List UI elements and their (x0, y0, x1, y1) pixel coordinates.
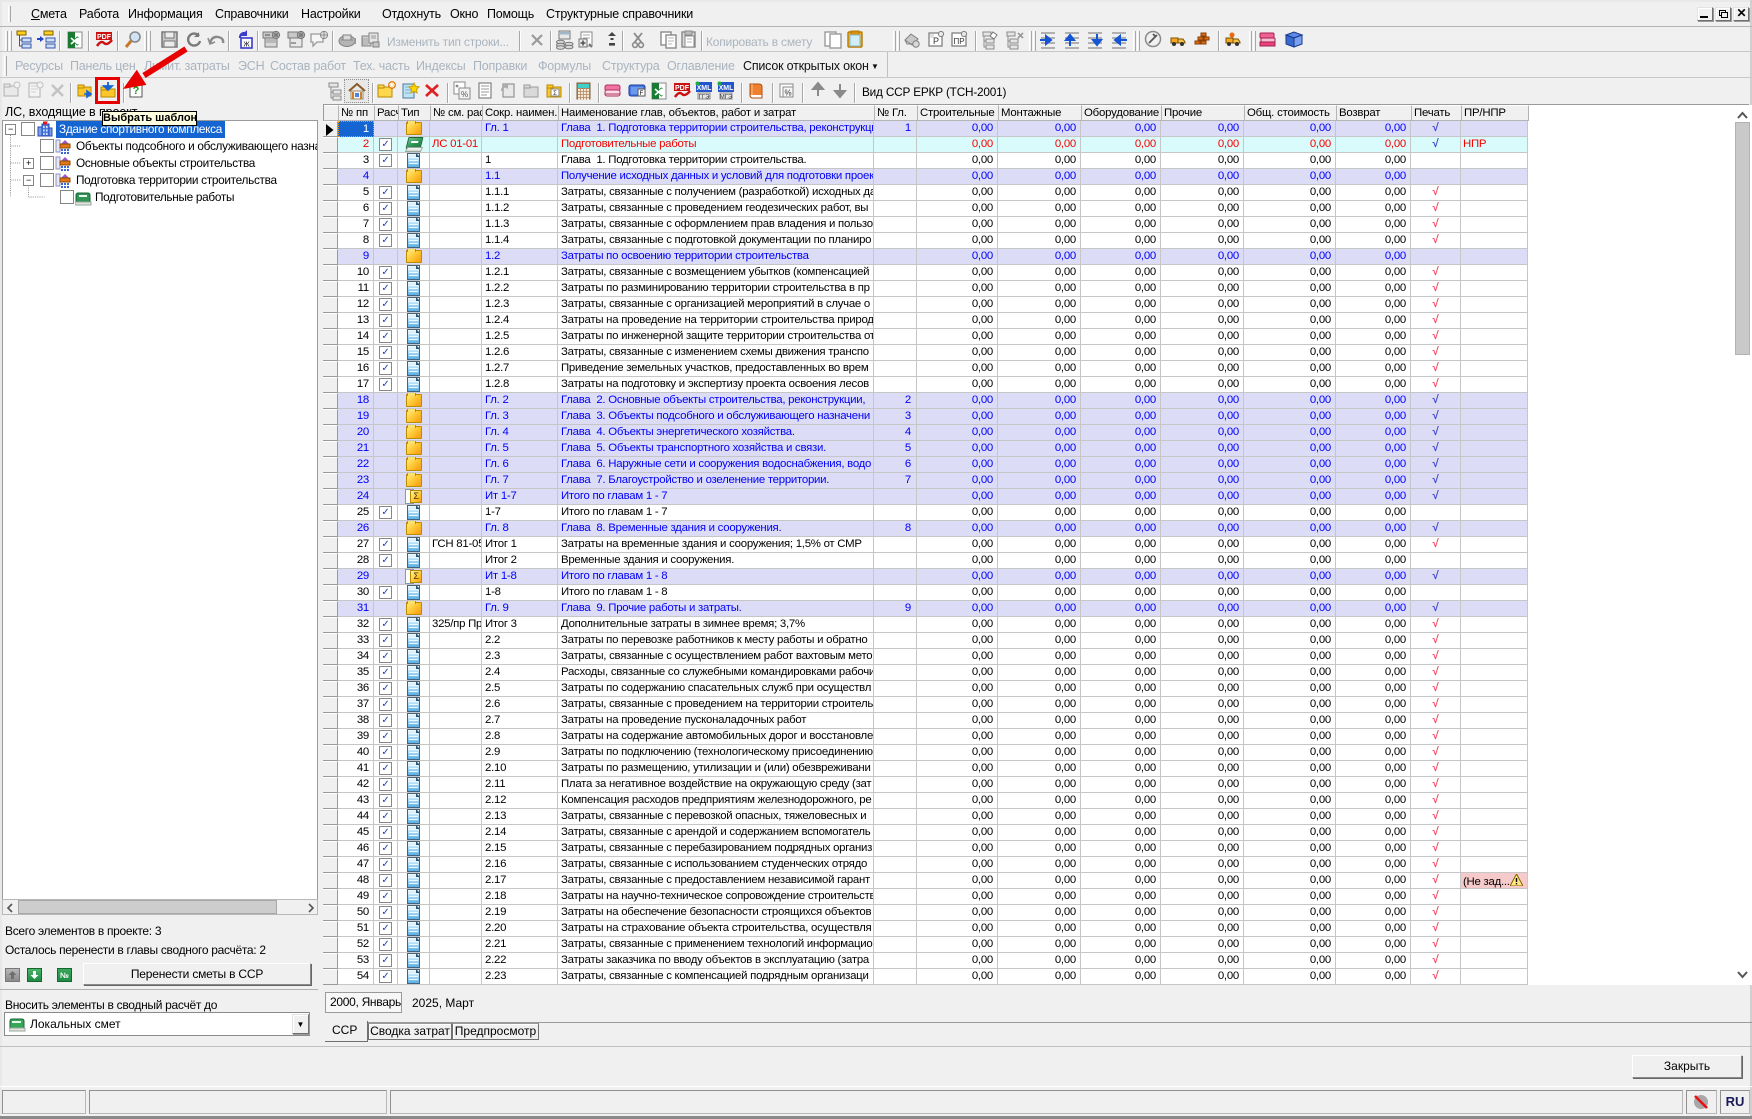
svg-text:МГЭ: МГЭ (720, 95, 733, 101)
svg-text:Σ: Σ (553, 91, 557, 97)
svg-text:ж: ж (243, 39, 249, 49)
svg-text:%: % (461, 90, 468, 99)
svg-text:ГГЭ: ГГЭ (699, 95, 710, 101)
svg-text:P: P (933, 36, 939, 46)
svg-text:F: F (640, 91, 644, 97)
svg-text:XML: XML (719, 85, 735, 92)
svg-text:PDF: PDF (675, 85, 690, 92)
svg-text:XML: XML (697, 85, 713, 92)
svg-text:ПР: ПР (953, 37, 964, 46)
svg-text:%: % (784, 89, 791, 98)
